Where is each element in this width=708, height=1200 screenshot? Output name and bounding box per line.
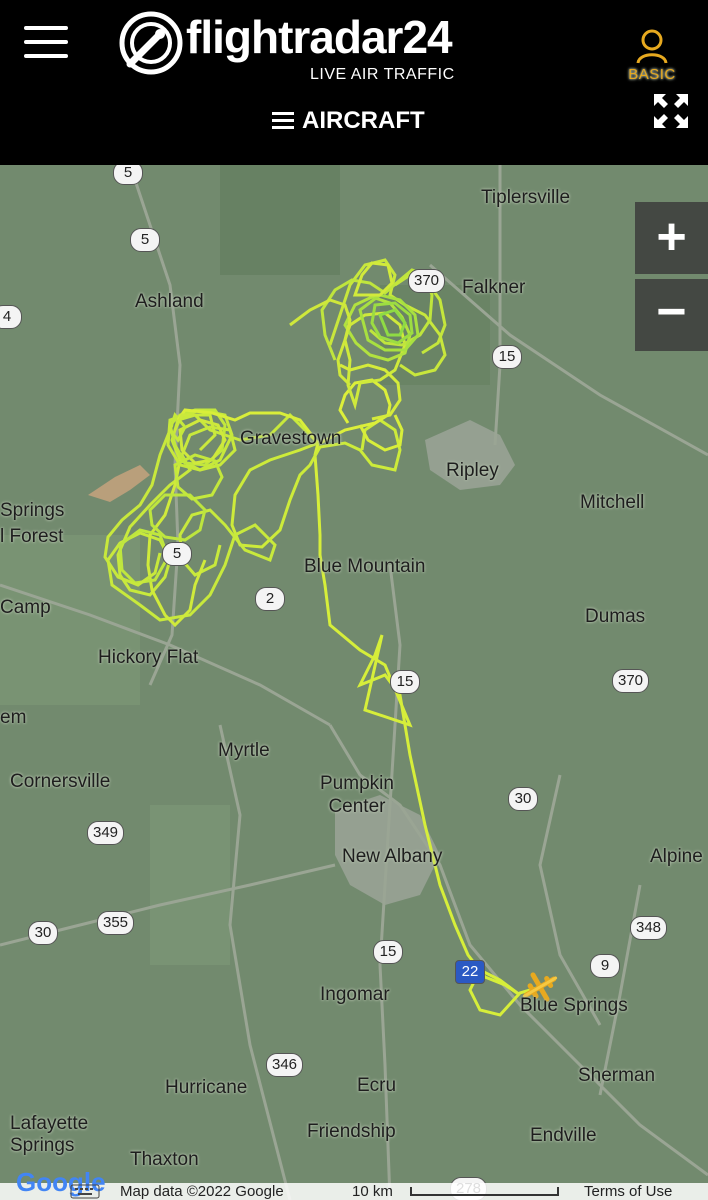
place-label: Springs	[0, 500, 65, 521]
scale-label: 10 km	[352, 1183, 393, 1200]
place-label: Hurricane	[165, 1077, 248, 1098]
place-label: Friendship	[307, 1121, 396, 1142]
route-shield: 346	[266, 1053, 304, 1077]
route-shield: 5	[113, 165, 143, 185]
fullscreen-icon[interactable]	[652, 92, 690, 130]
logo-word: flightradar	[186, 11, 403, 63]
place-label: Tiplersville	[481, 187, 571, 208]
place-label: Cornersville	[10, 771, 111, 792]
route-shield: 9	[590, 954, 620, 978]
interstate-shield: 22	[455, 960, 485, 984]
user-icon	[636, 29, 668, 64]
place-label: Endville	[530, 1125, 597, 1146]
account-plan-label: BASIC	[628, 66, 676, 83]
map-canvas	[0, 165, 708, 1200]
place-label: Pumpkin Center	[320, 773, 394, 817]
place-label: Sherman	[578, 1065, 656, 1086]
terrain-layer	[0, 165, 490, 965]
keyboard-icon[interactable]	[70, 1184, 100, 1199]
place-label: Gravestown	[240, 428, 342, 449]
route-shield: 15	[390, 670, 420, 694]
route-shield: 348	[630, 916, 668, 940]
place-label: l Forest	[0, 526, 64, 547]
logo-tagline: LIVE AIR TRAFFIC	[310, 66, 455, 83]
place-label: Thaxton	[130, 1149, 199, 1170]
logo-wordmark[interactable]: flightradar24	[186, 10, 453, 64]
place-label: Ripley	[446, 460, 499, 481]
route-shield: 4	[0, 305, 22, 329]
logo-number: 24	[402, 11, 452, 63]
minus-icon: −	[656, 283, 687, 341]
aircraft-menu-label: AIRCRAFT	[302, 107, 425, 134]
map-view[interactable]: Tiplersville Ashland Falkner Gravestown …	[0, 165, 708, 1200]
place-label: Ashland	[135, 291, 204, 312]
route-shield: 5	[130, 228, 160, 252]
place-label: Blue Mountain	[304, 556, 426, 577]
route-shield: 2	[255, 587, 285, 611]
route-shield: 349	[87, 821, 125, 845]
place-label: New Albany	[342, 846, 443, 867]
route-shield: 355	[97, 911, 135, 935]
aircraft-menu-button[interactable]: AIRCRAFT	[272, 104, 425, 138]
place-label: Mitchell	[580, 492, 645, 513]
plus-icon: +	[656, 208, 687, 266]
route-shield: 15	[492, 345, 522, 369]
route-shield: 30	[508, 787, 538, 811]
zoom-in-button[interactable]: +	[635, 202, 708, 274]
map-data-text[interactable]: Map data ©2022 Google	[120, 1183, 284, 1200]
lake-shape	[88, 465, 150, 502]
radar-logo-icon	[119, 11, 183, 75]
route-shield: 5	[162, 542, 192, 566]
list-icon	[272, 112, 294, 130]
terms-link[interactable]: Terms of Use	[584, 1183, 672, 1200]
zoom-out-button[interactable]: −	[635, 279, 708, 351]
place-label: Dumas	[585, 606, 646, 627]
place-label: em	[0, 707, 27, 728]
account-button[interactable]: BASIC	[624, 28, 680, 84]
place-label: Falkner	[462, 277, 526, 298]
place-label: Alpine	[650, 846, 703, 867]
route-shield: 370	[612, 669, 650, 693]
route-shield: 370	[408, 269, 446, 293]
route-shield: 15	[373, 940, 403, 964]
scale-bar	[410, 1187, 559, 1196]
place-label: Lafayette Springs	[10, 1113, 89, 1156]
place-label: Camp	[0, 597, 51, 618]
route-shield: 30	[28, 921, 58, 945]
place-label: Blue Springs	[520, 995, 628, 1016]
place-label: Ingomar	[320, 984, 390, 1005]
top-bar: flightradar24 LIVE AIR TRAFFIC BASIC AIR…	[0, 0, 708, 165]
main-menu-button[interactable]	[24, 26, 70, 60]
place-label: Myrtle	[218, 740, 270, 761]
place-label: Ecru	[357, 1075, 397, 1096]
map-attribution-bar: Google Map data ©2022 Google 10 km Terms…	[0, 1167, 708, 1200]
place-label: Hickory Flat	[98, 647, 199, 668]
